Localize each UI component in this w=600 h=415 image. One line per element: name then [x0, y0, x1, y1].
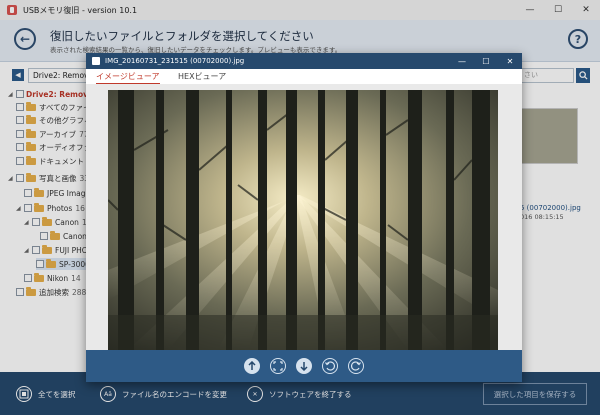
- tab-hex-viewer[interactable]: HEXビューア: [178, 71, 226, 83]
- dialog-maximize-button[interactable]: ☐: [474, 53, 498, 69]
- fit-screen-icon: [273, 361, 283, 371]
- dialog-minimize-button[interactable]: —: [450, 53, 474, 69]
- dialog-titlebar: IMG_20160731_231515 (00702000).jpg — ☐ ✕: [86, 53, 522, 69]
- preview-image: [108, 90, 498, 350]
- rotate-left-button[interactable]: [322, 358, 338, 374]
- dialog-controls: — ☐ ✕: [450, 53, 522, 69]
- arrow-down-icon: [300, 362, 308, 371]
- image-preview-dialog: IMG_20160731_231515 (00702000).jpg — ☐ ✕…: [86, 53, 522, 382]
- preview-toolbar: [86, 350, 522, 382]
- rotate-right-icon: [351, 361, 361, 371]
- fit-screen-button[interactable]: [270, 358, 286, 374]
- image-file-icon: [92, 57, 100, 65]
- arrow-up-icon: [248, 361, 256, 370]
- tab-image-viewer[interactable]: イメージビューア: [96, 71, 160, 85]
- rotate-up-button[interactable]: [244, 358, 260, 374]
- dialog-close-button[interactable]: ✕: [498, 53, 522, 69]
- rotate-right-button[interactable]: [348, 358, 364, 374]
- rotate-down-button[interactable]: [296, 358, 312, 374]
- dialog-tabs: イメージビューア HEXビューア: [86, 69, 522, 85]
- dialog-title: IMG_20160731_231515 (00702000).jpg: [105, 57, 245, 65]
- rotate-left-icon: [325, 361, 335, 371]
- preview-area: [86, 84, 522, 350]
